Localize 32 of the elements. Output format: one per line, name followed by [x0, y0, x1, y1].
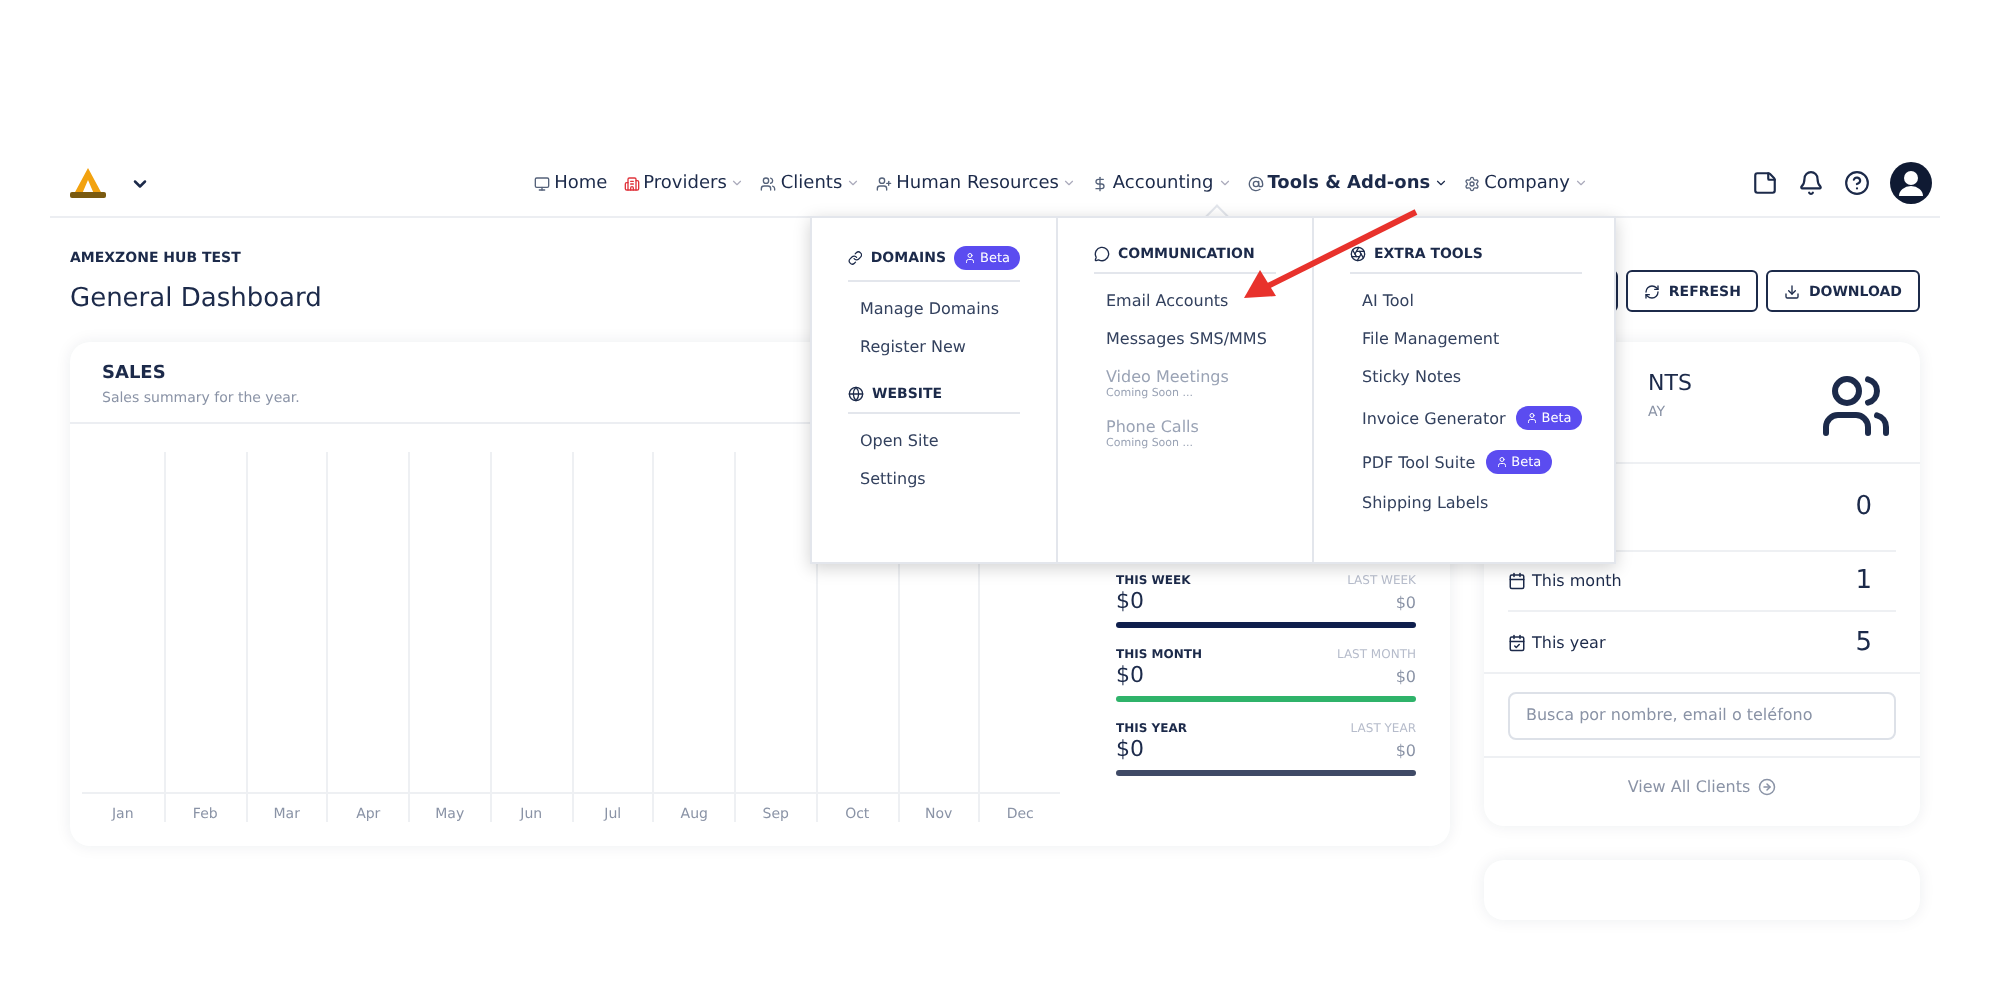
search-field[interactable]: Busca por nombre, email o teléfono	[1508, 691, 1896, 739]
nav-item[interactable]: Company	[1464, 173, 1588, 193]
card-title: SALES	[102, 364, 166, 384]
card-title: NTS	[1648, 370, 1692, 396]
menu-item[interactable]: Open Site	[848, 422, 939, 460]
compare-value: $0	[1395, 742, 1416, 760]
nav-item[interactable]: Home	[534, 173, 608, 193]
nav-item[interactable]: Accounting	[1092, 173, 1232, 193]
nav-item[interactable]: Tools & Add-ons	[1247, 173, 1449, 193]
menu-item[interactable]: Email Accounts	[1094, 282, 1229, 320]
menu-item[interactable]: Register New	[848, 328, 966, 366]
nav-item[interactable]: Providers	[623, 173, 745, 193]
menu-item[interactable]: Manage Domains	[848, 290, 1000, 328]
menu-item[interactable]: AI Tool	[1350, 282, 1414, 320]
page-title: General Dashboard	[70, 284, 322, 314]
row-value: 5	[1855, 627, 1874, 657]
row-value: 0	[1855, 492, 1874, 522]
nav-item[interactable]: Human Resources	[876, 173, 1077, 193]
row-label: This year	[1532, 633, 1606, 651]
compare-value: $0	[1395, 668, 1416, 686]
menu-item[interactable]: Shipping Labels	[1350, 484, 1489, 522]
menu-item[interactable]: Sticky Notes	[1350, 358, 1462, 396]
row-value: 1	[1855, 566, 1874, 596]
menu-item[interactable]: Messages SMS/MMS	[1094, 320, 1267, 358]
stat-value: $0	[1116, 588, 1144, 614]
stat-value: $0	[1116, 662, 1144, 688]
menu-item[interactable]: File Management	[1350, 320, 1500, 358]
nav-item[interactable]: Clients	[760, 173, 861, 193]
stat-value: $0	[1116, 736, 1144, 762]
row-label: This month	[1532, 572, 1622, 590]
compare-value: $0	[1395, 594, 1416, 612]
menu-item[interactable]: Settings	[848, 460, 926, 498]
